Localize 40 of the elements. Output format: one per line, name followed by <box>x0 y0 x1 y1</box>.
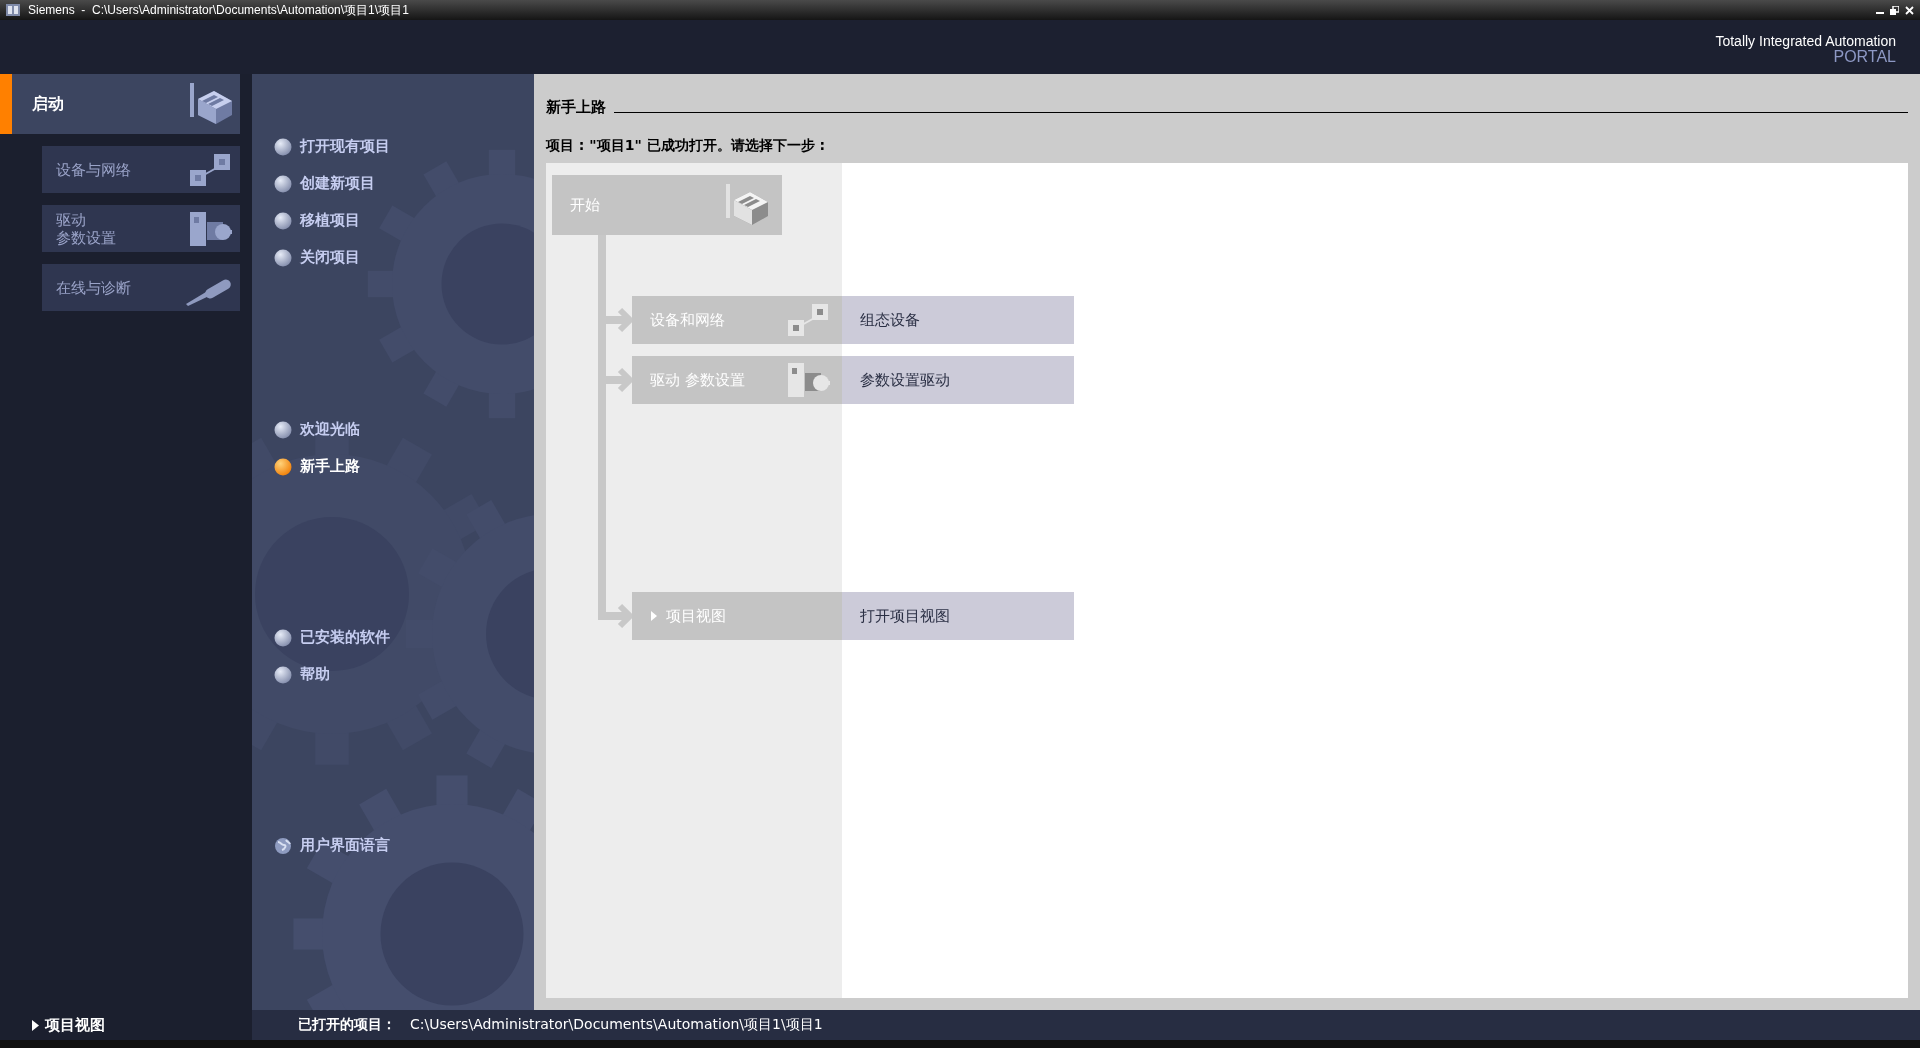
bullet-icon <box>274 628 292 647</box>
bullet-icon <box>274 665 292 684</box>
portal-item[interactable]: 设备与网络 <box>42 146 240 193</box>
window-title: Siemens - C:\Users\Administrator\Documents\Automation\项目1\项目1 <box>28 1 409 19</box>
portal-item[interactable]: 驱动 参数设置 <box>42 205 240 252</box>
caret-icon <box>650 610 658 622</box>
menu-item[interactable]: 创建新项目 <box>270 165 534 202</box>
status-path: C:\Users\Administrator\Documents\Automation\项目1\项目1 <box>410 1016 823 1034</box>
menu-item[interactable]: 移植项目 <box>270 202 534 239</box>
menu-item[interactable]: 用户界面语言 <box>270 827 534 864</box>
menu-item[interactable]: 欢迎光临 <box>270 411 534 448</box>
bullet-icon <box>274 420 292 439</box>
brand-subtitle: PORTAL <box>1833 48 1896 66</box>
bullet-icon <box>274 174 292 193</box>
app-icon <box>6 3 20 17</box>
status-label: 已打开的项目： <box>298 1016 396 1034</box>
menu-item[interactable]: 新手上路 <box>270 448 534 485</box>
menu-item[interactable]: 关闭项目 <box>270 239 534 276</box>
action-link[interactable]: 打开项目视图 <box>842 592 1074 640</box>
close-icon[interactable] <box>1905 5 1914 15</box>
portal-item[interactable]: 在线与诊断 <box>42 264 240 311</box>
action-link[interactable]: 参数设置驱动 <box>842 356 1074 404</box>
menu-item[interactable]: 打开现有项目 <box>270 128 534 165</box>
menu-item[interactable]: 帮助 <box>270 656 534 693</box>
globe-icon <box>274 836 292 855</box>
restore-icon[interactable] <box>1890 5 1899 15</box>
bullet-icon <box>274 457 292 476</box>
portal-tab[interactable]: 启动 <box>0 74 240 134</box>
section-heading: 新手上路 <box>546 98 606 117</box>
project-view-link[interactable]: 项目视图 <box>32 1015 105 1035</box>
action-link[interactable]: 组态设备 <box>842 296 1074 344</box>
brand-title: Totally Integrated Automation <box>1715 34 1896 49</box>
bullet-icon <box>274 248 292 267</box>
menu-item[interactable]: 已安装的软件 <box>270 619 534 656</box>
factory-icon <box>724 184 770 226</box>
bullet-icon <box>274 211 292 230</box>
caret-icon <box>32 1019 39 1031</box>
bullet-icon <box>274 137 292 156</box>
factory-icon <box>188 83 234 125</box>
status-message: 项目 : "项目1" 已成功打开。请选择下一步 : <box>546 137 827 155</box>
